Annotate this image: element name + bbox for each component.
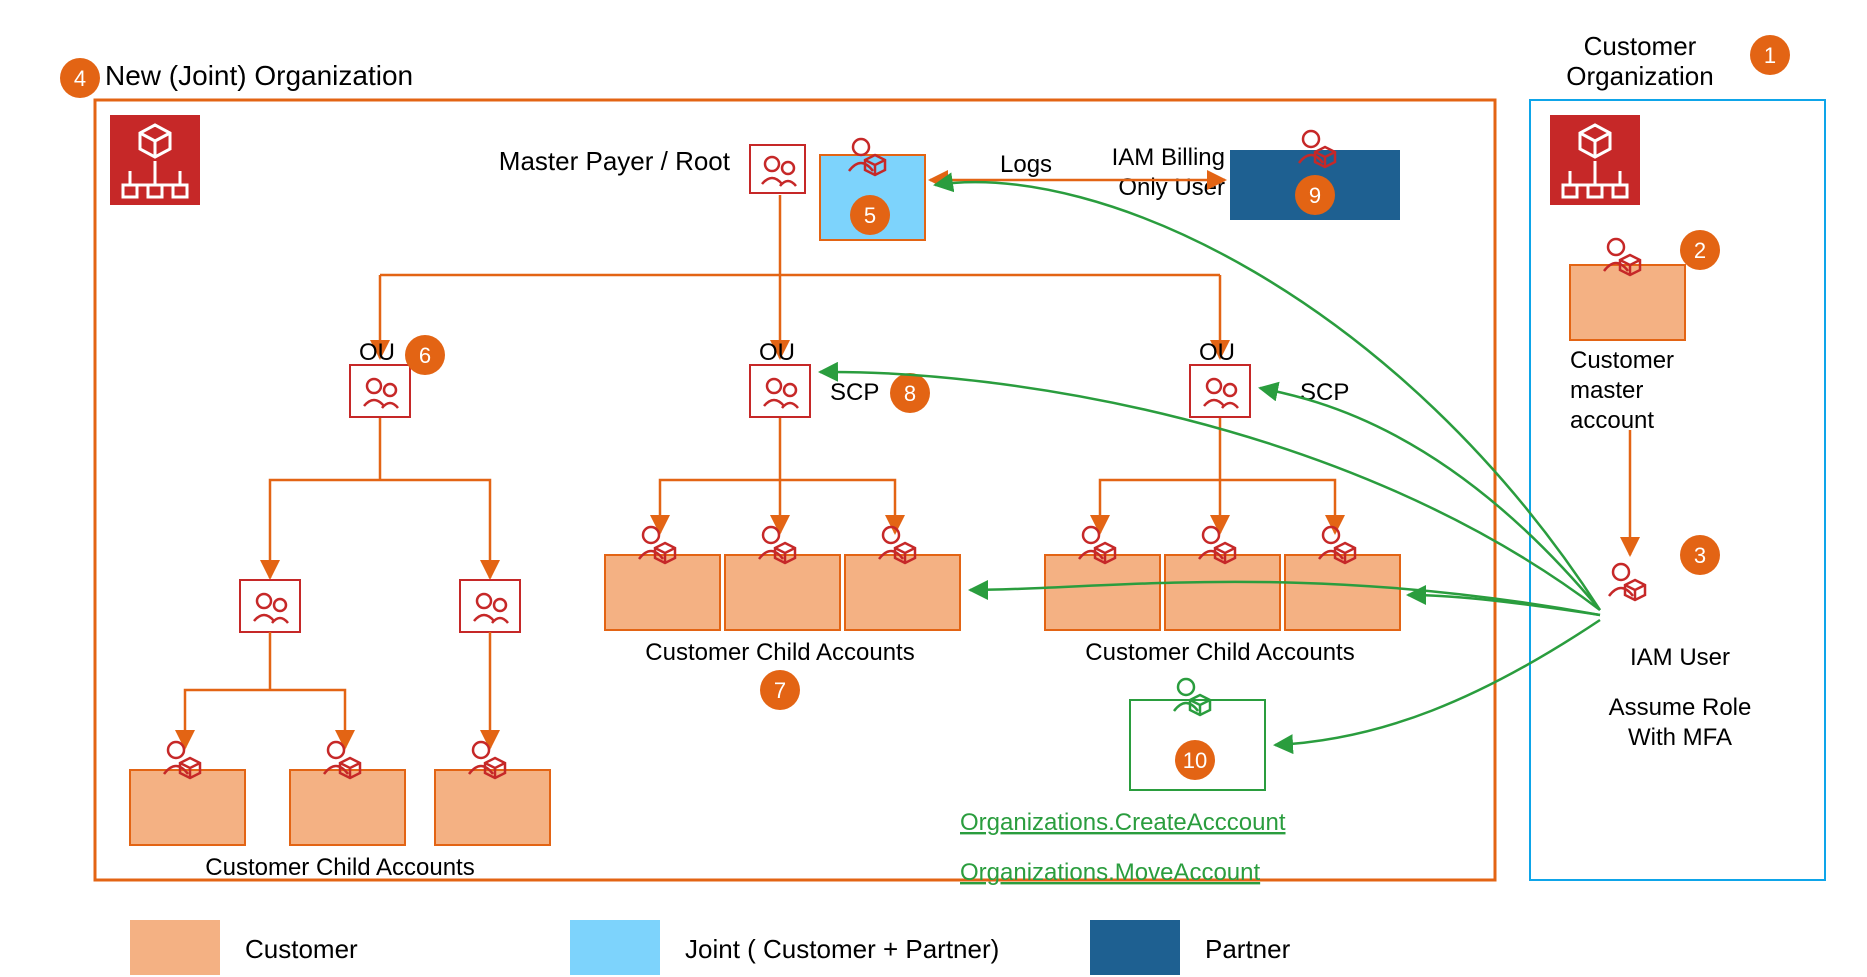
ou-right-label: OU [1199, 339, 1235, 366]
scp-right-label: SCP [1300, 379, 1349, 406]
tree-trunk [380, 195, 1220, 350]
marker-9-text: 9 [1309, 183, 1321, 208]
svg-text:With MFA: With MFA [1628, 724, 1732, 751]
master-payer-label: Master Payer / Root [499, 146, 731, 176]
architecture-diagram: Customer Organization 1 2 Customer maste… [0, 0, 1867, 977]
marker-6-text: 6 [419, 343, 431, 368]
logs-label: Logs [1000, 151, 1052, 178]
legend-partner: Partner [1205, 934, 1291, 964]
marker-10-text: 10 [1183, 748, 1207, 773]
marker-5-text: 5 [864, 203, 876, 228]
svg-text:IAM User: IAM User [1630, 644, 1730, 671]
master-payer-account: 5 [820, 139, 925, 240]
green-to-children-right [1408, 595, 1600, 615]
svg-text:Customer Child Accounts: Customer Child Accounts [205, 854, 474, 881]
legend-joint: Joint ( Customer + Partner) [685, 934, 999, 964]
aws-organizations-icon [1550, 115, 1640, 205]
svg-text:Customer Child Accounts: Customer Child Accounts [1085, 639, 1354, 666]
customer-children-mid: Customer Child Accounts 7 [605, 527, 960, 710]
svg-text:Only User: Only User [1118, 174, 1225, 201]
customer-org-box [1530, 100, 1825, 880]
svg-text:IAM Billing: IAM Billing [1112, 144, 1225, 171]
iam-user-node: 3 IAM User Assume Role With MFA [1609, 535, 1752, 751]
customer-children-right: Customer Child Accounts [1045, 527, 1400, 666]
marker-4-text: 4 [74, 66, 86, 91]
marker-3-text: 3 [1694, 543, 1706, 568]
legend-customer: Customer [245, 934, 358, 964]
customer-org-title-1: Customer [1584, 31, 1697, 61]
green-to-master [935, 182, 1600, 610]
customer-children-left: Customer Child Accounts [130, 742, 550, 881]
aws-organizations-icon-joint [110, 115, 200, 205]
marker-7-text: 7 [774, 678, 786, 703]
svg-text:account: account [1570, 407, 1654, 434]
marker-1-text: 1 [1764, 43, 1776, 68]
customer-master-account: 2 Customer master account [1570, 230, 1720, 434]
marker-8-text: 8 [904, 381, 916, 406]
ou-mid-label: OU [759, 339, 795, 366]
legend: Customer Joint ( Customer + Partner) Par… [130, 920, 1291, 975]
svg-text:Customer Child Accounts: Customer Child Accounts [645, 639, 914, 666]
customer-org-title-2: Organization [1566, 61, 1713, 91]
org-move-label: Organizations.MoveAccount [960, 859, 1260, 886]
svg-text:Customer: Customer [1570, 347, 1674, 374]
customer-org-title: Customer Organization [1566, 31, 1713, 91]
master-payer-ou-icon [750, 145, 805, 193]
joint-org-title: New (Joint) Organization [105, 60, 413, 91]
ou-left-label: OU [359, 339, 395, 366]
scp-mid-label: SCP [830, 379, 879, 406]
create-account-role: 10 [1130, 679, 1265, 790]
org-create-label: Organizations.CreateAcccount [960, 809, 1286, 836]
marker-2-text: 2 [1694, 238, 1706, 263]
iam-billing-user: IAM Billing Only User 9 [1112, 131, 1400, 220]
svg-text:Assume Role: Assume Role [1609, 694, 1752, 721]
svg-text:master: master [1570, 377, 1643, 404]
